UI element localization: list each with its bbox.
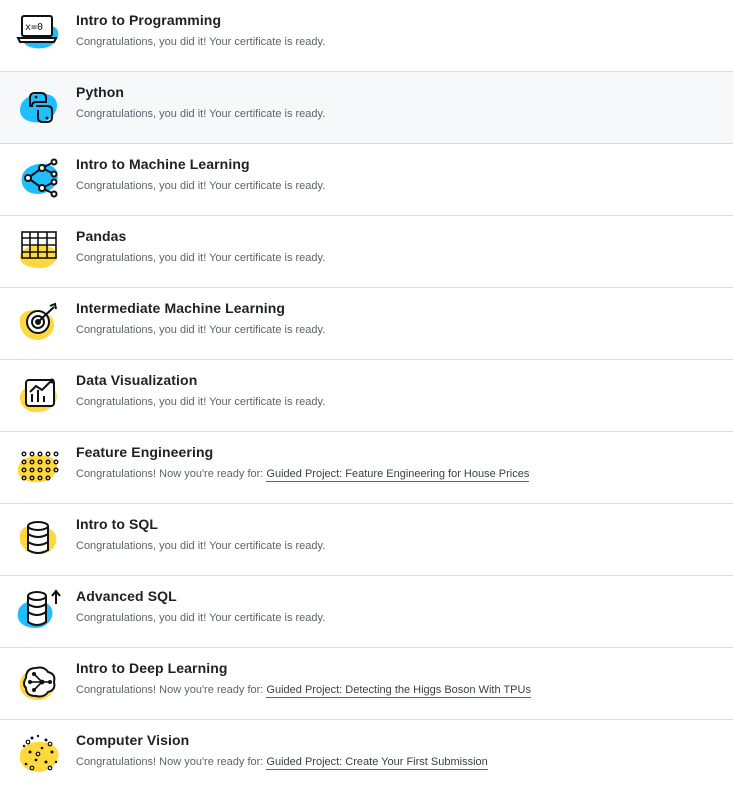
course-title[interactable]: Advanced SQL xyxy=(76,588,177,604)
target-icon xyxy=(16,300,64,344)
particles-icon xyxy=(16,732,64,776)
course-title[interactable]: Intro to Programming xyxy=(76,12,221,28)
guided-project-link[interactable]: Guided Project: Feature Engineering for … xyxy=(266,468,530,482)
status-text: Congratulations! Now you're ready for: xyxy=(76,468,267,480)
chart-icon xyxy=(16,372,64,416)
dot-grid-icon xyxy=(16,444,64,488)
course-title[interactable]: Feature Engineering xyxy=(76,444,213,460)
course-title[interactable]: Intro to Machine Learning xyxy=(76,156,250,172)
course-item-feature-engineering[interactable]: Feature Engineering Congratulations! Now… xyxy=(0,432,733,504)
status-text: Congratulations! Now you're ready for: xyxy=(76,756,267,768)
python-logo-icon xyxy=(16,84,64,128)
svg-text:x=0: x=0 xyxy=(25,22,43,33)
course-status: Congratulations! Now you're ready for: G… xyxy=(76,756,488,770)
course-item-pandas[interactable]: Pandas Congratulations, you did it! Your… xyxy=(0,216,733,288)
course-item-intro-to-programming[interactable]: x=0 Intro to Programming Congratulations… xyxy=(0,0,733,72)
course-item-data-visualization[interactable]: Data Visualization Congratulations, you … xyxy=(0,360,733,432)
database-icon xyxy=(16,516,64,560)
database-up-icon xyxy=(16,588,64,632)
course-item-computer-vision[interactable]: Computer Vision Congratulations! Now you… xyxy=(0,720,733,792)
course-status: Congratulations, you did it! Your certif… xyxy=(76,36,326,48)
guided-project-link[interactable]: Guided Project: Detecting the Higgs Boso… xyxy=(266,684,531,698)
course-title[interactable]: Data Visualization xyxy=(76,372,197,388)
course-status: Congratulations! Now you're ready for: G… xyxy=(76,684,531,698)
course-status: Congratulations, you did it! Your certif… xyxy=(76,612,326,624)
course-status: Congratulations, you did it! Your certif… xyxy=(76,396,326,408)
course-status: Congratulations, you did it! Your certif… xyxy=(76,324,326,336)
course-title[interactable]: Intermediate Machine Learning xyxy=(76,300,285,316)
course-status: Congratulations, you did it! Your certif… xyxy=(76,180,326,192)
course-title[interactable]: Pandas xyxy=(76,228,126,244)
dataframe-grid-icon xyxy=(16,228,64,272)
course-item-intro-to-deep-learning[interactable]: Intro to Deep Learning Congratulations! … xyxy=(0,648,733,720)
course-status: Congratulations, you did it! Your certif… xyxy=(76,108,326,120)
course-item-advanced-sql[interactable]: Advanced SQL Congratulations, you did it… xyxy=(0,576,733,648)
course-item-intermediate-machine-learning[interactable]: Intermediate Machine Learning Congratula… xyxy=(0,288,733,360)
course-status: Congratulations, you did it! Your certif… xyxy=(76,252,326,264)
course-title[interactable]: Intro to SQL xyxy=(76,516,158,532)
guided-project-link[interactable]: Guided Project: Create Your First Submis… xyxy=(266,756,488,770)
neural-brain-icon xyxy=(16,660,64,704)
course-item-intro-to-sql[interactable]: Intro to SQL Congratulations, you did it… xyxy=(0,504,733,576)
course-title[interactable]: Intro to Deep Learning xyxy=(76,660,228,676)
laptop-code-icon: x=0 xyxy=(16,12,64,56)
status-text: Congratulations! Now you're ready for: xyxy=(76,684,267,696)
course-title[interactable]: Computer Vision xyxy=(76,732,189,748)
decision-tree-icon xyxy=(16,156,64,200)
course-status: Congratulations, you did it! Your certif… xyxy=(76,540,326,552)
course-item-intro-to-machine-learning[interactable]: Intro to Machine Learning Congratulation… xyxy=(0,144,733,216)
course-list: x=0 Intro to Programming Congratulations… xyxy=(0,0,733,792)
course-title[interactable]: Python xyxy=(76,84,124,100)
course-item-python[interactable]: Python Congratulations, you did it! Your… xyxy=(0,72,733,144)
course-status: Congratulations! Now you're ready for: G… xyxy=(76,468,530,482)
